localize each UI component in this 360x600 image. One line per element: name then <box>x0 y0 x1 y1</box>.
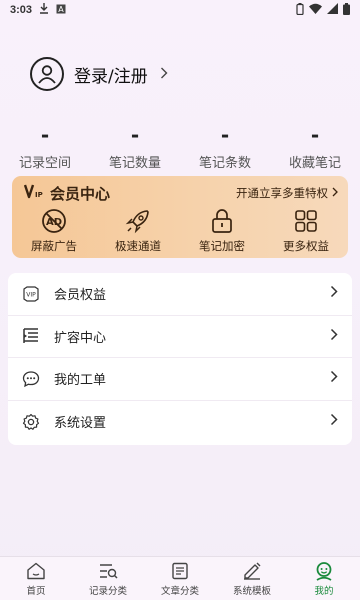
status-bar: 3:03 A <box>0 0 360 20</box>
nav-label: 文章分类 <box>160 585 199 597</box>
svg-text:VIP: VIP <box>26 291 36 298</box>
nav-record-category[interactable]: 记录分类 <box>72 557 144 600</box>
no-ads-icon: AD <box>41 208 67 234</box>
stat-value: - <box>130 123 140 147</box>
vip-feature-no-ads[interactable]: AD 屏蔽广告 <box>12 208 96 254</box>
battery-icon <box>343 2 350 18</box>
chevron-right-icon <box>330 370 338 387</box>
stat-record-space[interactable]: - 记录空间 <box>0 122 90 171</box>
rocket-icon <box>125 208 151 234</box>
menu-item-settings[interactable]: 系统设置 <box>8 401 352 444</box>
stat-label: 笔记条数 <box>198 156 251 171</box>
login-entry[interactable]: 登录/注册 <box>30 57 168 91</box>
vip-card[interactable]: IP 会员中心 开通立享多重特权 AD 屏蔽广告 极速通道 笔记加密 更多权益 <box>12 176 348 258</box>
menu-card: VIP 会员权益 扩容中心 我的工单 系统设置 <box>8 273 352 445</box>
nav-article-category[interactable]: 文章分类 <box>144 557 216 600</box>
svg-text:A: A <box>58 5 64 14</box>
vip-promo-link[interactable]: 开通立享多重特权 <box>236 185 338 201</box>
chevron-right-icon <box>330 285 338 302</box>
vip-feature-label: 更多权益 <box>283 239 329 253</box>
status-time: 3:03 <box>10 4 33 16</box>
menu-label: 会员权益 <box>54 288 107 304</box>
lock-icon <box>210 208 234 234</box>
wifi-icon <box>309 3 322 17</box>
battery-saver-icon <box>296 2 304 18</box>
stats-row: - 记录空间 - 笔记数量 - 笔记条数 - 收藏笔记 <box>0 122 360 171</box>
vip-feature-fast-lane[interactable]: 极速通道 <box>96 208 180 254</box>
vip-badge-icon: IP <box>23 183 44 203</box>
chevron-right-icon <box>330 328 338 345</box>
chevron-right-icon <box>330 413 338 430</box>
menu-label: 扩容中心 <box>54 330 107 346</box>
nav-system-template[interactable]: 系统模板 <box>216 557 288 600</box>
stat-note-count[interactable]: - 笔记数量 <box>90 122 180 171</box>
download-icon <box>39 3 49 17</box>
signal-icon <box>327 3 338 17</box>
expand-icon <box>22 327 40 345</box>
grid-icon <box>294 208 318 234</box>
home-icon <box>26 561 46 581</box>
vip-promo-label: 开通立享多重特权 <box>236 186 328 200</box>
menu-item-expand-center[interactable]: 扩容中心 <box>8 316 352 358</box>
stat-label: 记录空间 <box>18 156 71 171</box>
stat-note-entries[interactable]: - 笔记条数 <box>180 122 270 171</box>
category-icon <box>98 561 118 581</box>
stat-value: - <box>220 123 230 147</box>
nav-label: 系统模板 <box>232 585 271 597</box>
nav-home[interactable]: 首页 <box>0 557 72 600</box>
nav-label: 我的 <box>314 585 334 597</box>
svg-text:IP: IP <box>35 191 43 199</box>
chevron-right-icon <box>332 186 338 200</box>
menu-item-vip-benefits[interactable]: VIP 会员权益 <box>8 273 352 316</box>
mine-icon <box>314 561 334 581</box>
template-icon <box>242 561 262 581</box>
stat-value: - <box>40 123 50 147</box>
vip-feature-encrypt[interactable]: 笔记加密 <box>180 208 264 254</box>
vip-icon: VIP <box>22 285 40 303</box>
chat-icon <box>22 370 40 388</box>
article-icon <box>171 561 189 581</box>
vip-feature-label: 笔记加密 <box>199 239 245 253</box>
login-label: 登录/注册 <box>74 66 148 87</box>
vip-title: 会员中心 <box>50 184 111 203</box>
app-notification-icon: A <box>56 4 66 17</box>
nav-label: 记录分类 <box>88 585 127 597</box>
bottom-nav: 首页 记录分类 文章分类 系统模板 我的 <box>0 556 360 600</box>
menu-item-my-tickets[interactable]: 我的工单 <box>8 358 352 401</box>
nav-mine[interactable]: 我的 <box>288 557 360 600</box>
stat-favorites[interactable]: - 收藏笔记 <box>270 122 360 171</box>
stat-label: 笔记数量 <box>108 156 161 171</box>
nav-label: 首页 <box>26 585 46 597</box>
vip-feature-label: 屏蔽广告 <box>31 239 77 253</box>
stat-value: - <box>310 123 320 147</box>
menu-label: 我的工单 <box>54 373 107 389</box>
vip-feature-label: 极速通道 <box>115 239 161 253</box>
avatar-icon <box>30 57 64 91</box>
vip-feature-more[interactable]: 更多权益 <box>264 208 348 254</box>
chevron-right-icon <box>160 65 168 83</box>
stat-label: 收藏笔记 <box>288 156 341 171</box>
gear-icon <box>22 413 40 431</box>
menu-label: 系统设置 <box>54 416 107 432</box>
